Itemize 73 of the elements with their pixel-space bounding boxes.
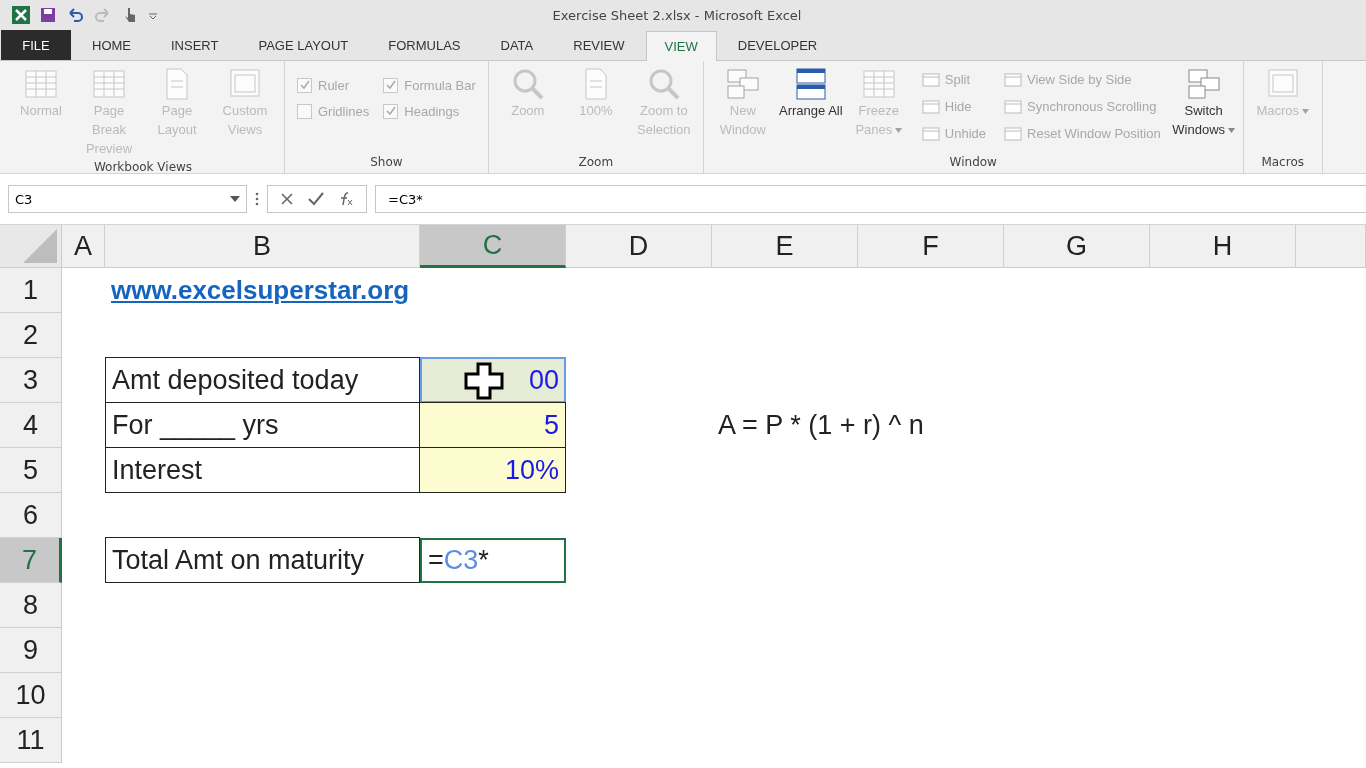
- windows-icon: [725, 67, 760, 101]
- group-label: Zoom: [577, 155, 615, 171]
- active-cell[interactable]: =C3*: [420, 538, 566, 583]
- table-cell: Interest: [105, 447, 420, 493]
- customize-caret-icon[interactable]: [148, 10, 158, 20]
- check-icon: [385, 80, 396, 90]
- grid-icon: [92, 67, 126, 101]
- row-header[interactable]: 4: [0, 403, 62, 448]
- table-cell: Total Amt on maturity: [105, 537, 420, 583]
- table-cell: 5: [420, 402, 566, 448]
- ribbon-tab[interactable]: PAGE LAYOUT: [239, 30, 368, 60]
- ribbon-tab[interactable]: HOME: [73, 30, 150, 60]
- cell-reference: C3: [15, 191, 33, 207]
- window-small-icon: [921, 126, 940, 141]
- row-header[interactable]: 8: [0, 583, 62, 628]
- table-cell: For _____ yrs: [105, 402, 420, 448]
- column-header[interactable]: A: [62, 225, 105, 268]
- ribbon-tab[interactable]: FORMULAS: [369, 30, 480, 60]
- undo-icon[interactable]: [66, 7, 84, 23]
- ribbon-tab[interactable]: INSERT: [152, 30, 238, 60]
- move-cursor-icon: [464, 362, 504, 400]
- window-small-icon: [1004, 126, 1023, 141]
- ribbon-tab[interactable]: DEVELOPER: [718, 30, 837, 60]
- function-icon[interactable]: [338, 191, 354, 207]
- touch-mode-icon[interactable]: [122, 6, 138, 24]
- window-title: Exercise Sheet 2.xlsx - Microsoft Excel: [552, 7, 802, 23]
- ribbon-tab[interactable]: REVIEW: [554, 30, 644, 60]
- row-header[interactable]: 6: [0, 493, 62, 538]
- ribbon-button[interactable]: Switch Windows: [1170, 65, 1237, 155]
- group-label: Macros: [1260, 155, 1305, 171]
- column-header[interactable]: G: [1004, 225, 1150, 268]
- group-label: Show: [369, 155, 404, 171]
- row-header[interactable]: 5: [0, 448, 62, 493]
- column-header[interactable]: E: [712, 225, 858, 268]
- column-header[interactable]: B: [105, 225, 420, 268]
- column-header[interactable]: H: [1150, 225, 1296, 268]
- column-header[interactable]: D: [566, 225, 712, 268]
- window-small-icon: [921, 72, 940, 87]
- row-header[interactable]: 2: [0, 313, 62, 358]
- row-header[interactable]: 1: [0, 268, 62, 313]
- row-header[interactable]: 10: [0, 673, 62, 718]
- group-label: Workbook Views: [92, 160, 194, 174]
- check-icon: [385, 106, 396, 116]
- website-link[interactable]: www.excelsuperstar.org: [105, 268, 420, 313]
- row-header[interactable]: 3: [0, 358, 62, 403]
- ribbon-tab[interactable]: VIEW: [645, 31, 717, 61]
- check-icon: [299, 80, 310, 90]
- table-cell: 10%: [420, 447, 566, 493]
- window-small-icon: [921, 99, 940, 114]
- grid-icon: [861, 67, 896, 101]
- column-header[interactable]: F: [858, 225, 1004, 268]
- row-header[interactable]: 11: [0, 718, 62, 763]
- ribbon-tab[interactable]: DATA: [481, 30, 553, 60]
- formula-input[interactable]: =C3*: [375, 185, 1366, 213]
- grid-icon: [24, 67, 58, 101]
- table-cell: 00: [420, 357, 566, 403]
- caret-icon: [230, 196, 240, 202]
- table-cell: Amt deposited today: [105, 357, 420, 403]
- arrange-icon: [793, 67, 828, 101]
- row-header[interactable]: 9: [0, 628, 62, 673]
- file-tab[interactable]: FILE: [1, 30, 71, 60]
- check-icon[interactable]: [308, 192, 324, 206]
- table-cell-text: A = P * (1 + r) ^ n: [717, 409, 925, 442]
- more-icon: [255, 192, 259, 206]
- name-box[interactable]: C3: [8, 185, 247, 213]
- ribbon-button[interactable]: Arrange All: [777, 65, 844, 155]
- group-label: Window: [948, 155, 998, 171]
- windows-icon: [1186, 67, 1221, 101]
- cancel-icon[interactable]: [280, 192, 294, 206]
- window-small-icon: [1004, 99, 1023, 114]
- window-small-icon: [1004, 72, 1023, 87]
- save-icon[interactable]: [40, 7, 56, 23]
- excel-logo-icon: [12, 6, 30, 24]
